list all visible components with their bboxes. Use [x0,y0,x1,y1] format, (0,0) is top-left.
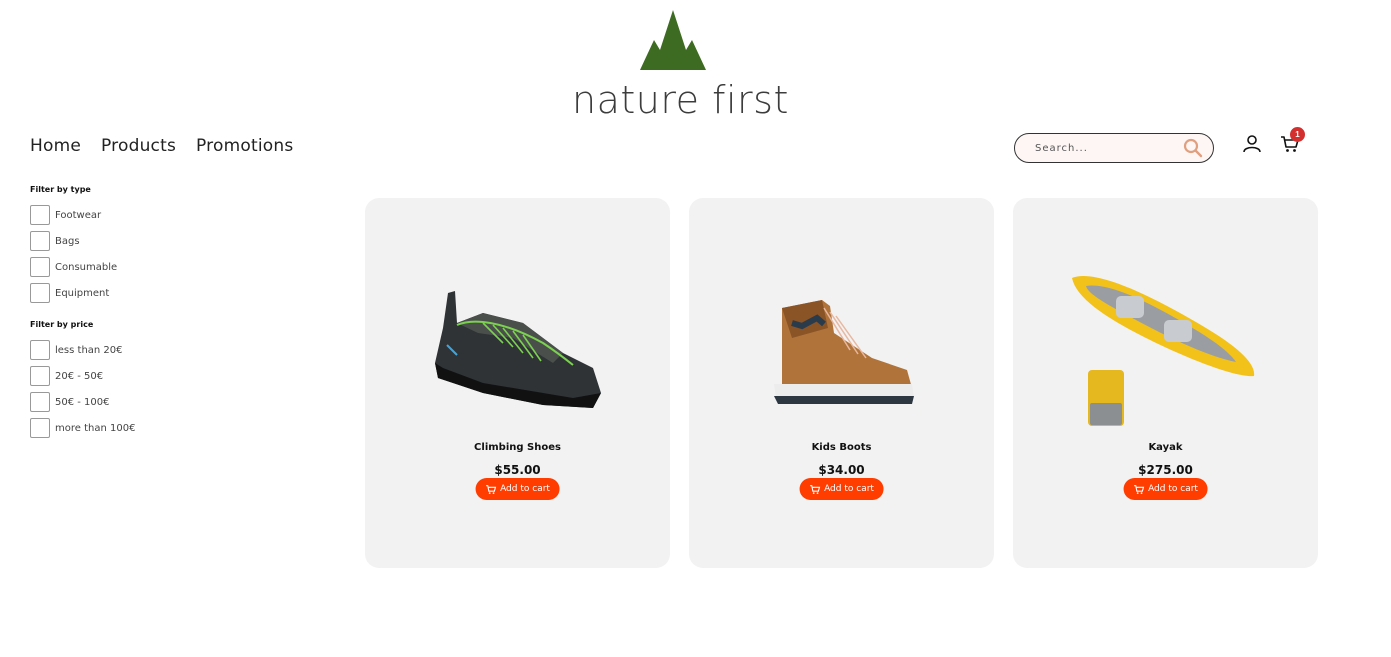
product-card[interactable]: Kids Boots $34.00 Add to cart [689,198,994,568]
filter-price-title: Filter by price [30,320,94,329]
main-nav: Home Products Promotions [30,136,293,156]
product-card[interactable]: Kayak $275.00 Add to cart [1013,198,1318,568]
filter-label: more than 100€ [55,422,136,434]
kids-boot-image [773,300,914,404]
filter-label: Footwear [55,209,102,221]
brand-name: nature first [572,78,789,122]
add-to-cart-label: Add to cart [824,484,874,494]
filter-label: Bags [55,235,80,247]
brand-logo[interactable]: nature first [560,6,790,122]
nav-home[interactable]: Home [30,136,81,156]
filter-label: 20€ - 50€ [55,370,104,382]
product-name: Kids Boots [811,442,872,453]
cart-icon [485,484,496,494]
filter-type-group: Filter by type Footwear Bags Consumable … [30,185,230,308]
cart-icon [1133,484,1144,494]
filter-price-over-100[interactable]: more than 100€ [30,413,230,443]
search-icon[interactable] [1183,138,1203,158]
search-input[interactable] [1035,142,1175,154]
filter-label: 50€ - 100€ [55,396,110,408]
filter-label: Equipment [55,287,110,299]
add-to-cart-label: Add to cart [1148,484,1198,494]
checkbox[interactable] [30,257,50,277]
filter-label: less than 20€ [55,344,123,356]
filter-equipment[interactable]: Equipment [30,278,230,308]
filter-price-group: Filter by price less than 20€ 20€ - 50€ … [30,320,230,443]
nav-promotions[interactable]: Promotions [196,136,293,156]
mountain-logo-icon [640,10,706,70]
add-to-cart-button[interactable]: Add to cart [799,478,884,500]
product-name: Kayak [1148,442,1183,453]
checkbox[interactable] [30,205,50,225]
add-to-cart-button[interactable]: Add to cart [1123,478,1208,500]
filter-label: Consumable [55,261,118,273]
user-icon[interactable] [1242,134,1262,154]
filter-sidebar: Filter by type Footwear Bags Consumable … [30,185,230,443]
nav-products[interactable]: Products [101,136,176,156]
cart-icon [809,484,820,494]
kayak-image [1071,276,1254,426]
checkbox[interactable] [30,340,50,360]
checkbox[interactable] [30,366,50,386]
cart-count-badge: 1 [1290,127,1305,142]
product-card[interactable]: Climbing Shoes $55.00 Add to cart [365,198,670,568]
filter-type-title: Filter by type [30,185,91,194]
checkbox[interactable] [30,418,50,438]
product-name: Climbing Shoes [474,442,561,453]
search-bar [1014,133,1214,163]
add-to-cart-label: Add to cart [500,484,550,494]
checkbox[interactable] [30,283,50,303]
checkbox[interactable] [30,231,50,251]
product-price: $275.00 [1138,463,1193,477]
product-price: $55.00 [494,463,541,477]
product-image[interactable] [1013,258,1318,438]
climbing-shoe-image [434,291,601,408]
product-image[interactable] [365,258,670,438]
product-image[interactable] [689,258,994,438]
product-price: $34.00 [818,463,865,477]
add-to-cart-button[interactable]: Add to cart [475,478,560,500]
checkbox[interactable] [30,392,50,412]
